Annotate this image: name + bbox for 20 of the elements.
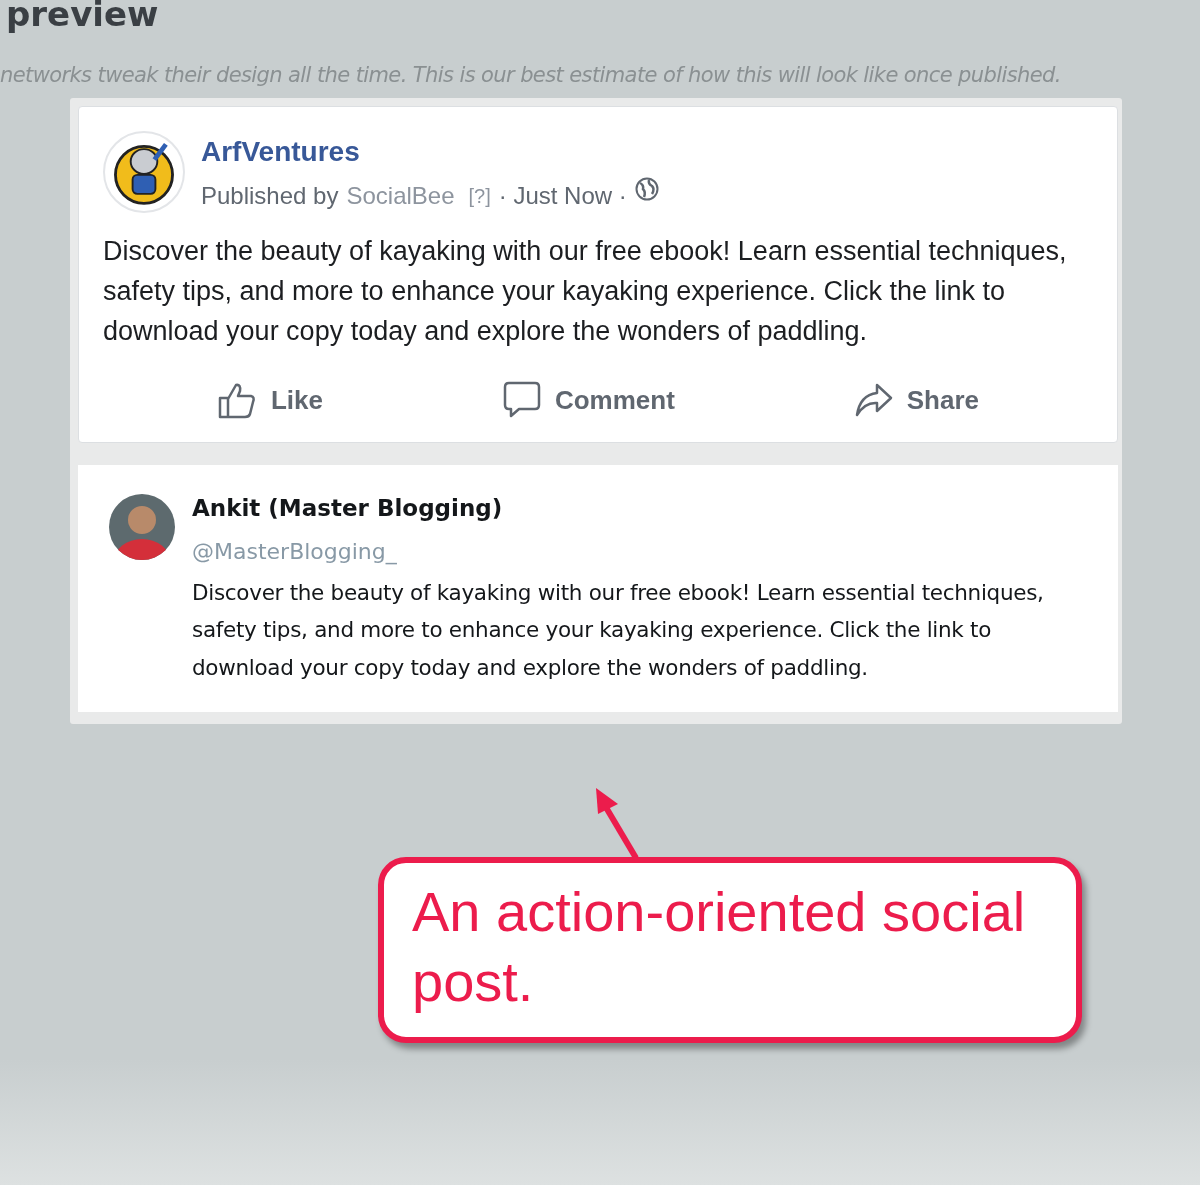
page-title: preview	[6, 0, 160, 36]
callout-text: An action-oriented social post.	[378, 857, 1082, 1043]
comment-button[interactable]: Comment	[492, 374, 685, 426]
thumbs-up-icon	[216, 381, 257, 419]
tweet-text: Discover the beauty of kayaking with our free ebook! Learn essential techniques, safety tips, and more to enhance your kayaking experience. Click the link to download your copy today and explore the wonders of paddling.	[192, 578, 1045, 682]
like-button[interactable]: Like	[206, 374, 333, 426]
help-link[interactable]: [?]	[468, 178, 491, 213]
disclaimer-text: networks tweak their design all the time. This is our best estimate of how this will look like once published.	[0, 62, 1062, 89]
share-button[interactable]: Share	[844, 374, 989, 426]
author-name: Ankit (Master Blogging)	[192, 493, 504, 523]
speech-bubble-icon	[502, 381, 541, 419]
author-handle: @MasterBlogging_	[192, 537, 398, 567]
globe-icon	[634, 176, 659, 201]
avatar-icon	[103, 130, 185, 213]
post-time: · Just Now ·	[498, 180, 627, 211]
page-name[interactable]: ArfVentures	[201, 134, 659, 169]
share-arrow-icon	[854, 383, 893, 417]
post-text: Discover the beauty of kayaking with our free ebook! Learn essential techniques, safety tips, and more to enhance your kayaking experience. Click the link to download your copy today and explore the wonders of paddling.	[103, 234, 1068, 348]
published-by-label: Published by	[201, 180, 339, 211]
publisher-name: SocialBee	[346, 180, 455, 211]
